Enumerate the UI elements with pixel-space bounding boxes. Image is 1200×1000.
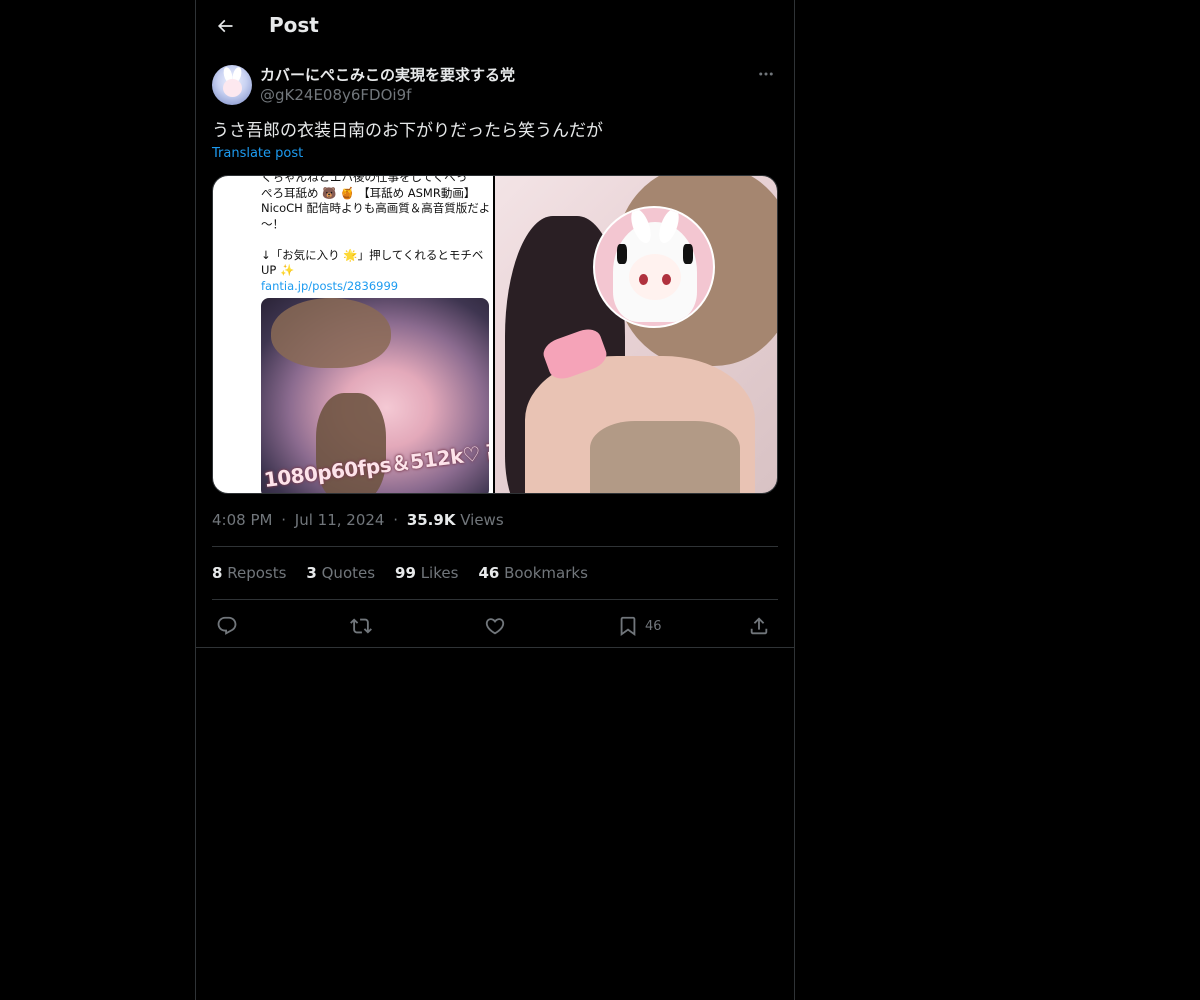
repost-icon [350,618,372,634]
post-date[interactable]: Jul 11, 2024 [295,511,385,529]
character-sticker [593,206,715,328]
screenshot-line: 〜！ [261,216,284,231]
avatar[interactable] [212,65,252,105]
arrow-left-icon [217,19,233,33]
post-text: うさ吾郎の衣装日南のお下がりだったら笑うんだが [212,121,603,141]
screenshot-text: くちゃんねとエハ後の仕事をしてくべっ ぺろ耳舐め 🐻 🍯 【耳舐め ASMR動画… [261,176,493,294]
stat-count: 8 [212,564,223,582]
screenshot-photo: 1080p60fps＆512k♡ 高音質耳舐め動画 [261,298,489,493]
screenshot-line: くちゃんねとエハ後の仕事をしてくべっ [261,176,468,184]
stat-label: Quotes [321,564,376,582]
media-grid: くちゃんねとエハ後の仕事をしてくべっ ぺろ耳舐め 🐻 🍯 【耳舐め ASMR動画… [212,175,778,494]
meta-separator: · [393,511,399,529]
reply-icon [217,616,237,635]
stat-label: Reposts [227,564,287,582]
post-time[interactable]: 4:08 PM [212,511,272,529]
share-icon [750,617,768,635]
stat-bookmarks[interactable]: 46 Bookmarks [478,564,587,584]
page-title: Post [269,13,319,37]
screenshot-line: ↓「お気に入り 🌟」押してくれるとモチベ [261,247,484,262]
like-button[interactable] [484,612,506,640]
stat-quotes[interactable]: 3 Quotes [306,564,375,584]
post-metadata: 4:08 PM · Jul 11, 2024 · 35.9K Views [212,511,504,529]
author-handle[interactable]: @gK24E08y6FDOi9f [260,86,411,104]
screenshot-line: NicoCH 配信時よりも高画質＆高音質版だよ [261,201,491,215]
back-button[interactable] [208,9,242,43]
stat-label: Likes [420,564,459,582]
bookmark-icon [620,616,636,637]
action-bar: 46 [212,612,778,640]
reply-button[interactable] [216,612,238,640]
media-image-photo[interactable] [495,176,777,493]
more-horizontal-icon [759,72,773,76]
stat-label: Bookmarks [504,564,588,582]
screenshot-line: ぺろ耳舐め 🐻 🍯 【耳舐め ASMR動画】 [261,185,476,200]
translate-post-link[interactable]: Translate post [212,146,303,161]
screenshot-line: UP ✨ [261,263,295,277]
repost-button[interactable] [350,612,372,640]
meta-separator: · [281,511,287,529]
author-row: カバーにぺこみこの実現を要求する党 @gK24E08y6FDOi9f [212,64,778,108]
stat-count: 3 [306,564,317,582]
heart-icon [485,618,505,635]
views-count: 35.9K [406,511,456,529]
bookmark-button[interactable]: 46 [617,612,662,640]
screenshot-line [261,232,493,248]
stat-count: 46 [478,564,500,582]
author-display-name[interactable]: カバーにぺこみこの実現を要求する党 [260,64,515,85]
divider [212,546,778,547]
views-label: Views [460,511,504,529]
post-column: Post カバーにぺこみこの実現を要求する党 @gK24E08y6FDOi9f … [195,0,795,1000]
bookmark-count: 46 [645,618,662,634]
page-header: Post [196,0,794,53]
divider [196,647,794,648]
more-button[interactable] [754,62,778,86]
screenshot-link: fantia.jp/posts/2836999 [261,278,399,293]
media-image-screenshot[interactable]: くちゃんねとエハ後の仕事をしてくべっ ぺろ耳舐め 🐻 🍯 【耳舐め ASMR動画… [213,176,493,493]
share-button[interactable] [748,612,770,640]
stat-likes[interactable]: 99 Likes [395,564,458,584]
stat-reposts[interactable]: 8 Reposts [212,564,286,584]
divider [212,599,778,600]
stat-count: 99 [395,564,416,582]
engagement-stats: 8 Reposts 3 Quotes 99 Likes 46 Bookmarks [212,564,588,584]
